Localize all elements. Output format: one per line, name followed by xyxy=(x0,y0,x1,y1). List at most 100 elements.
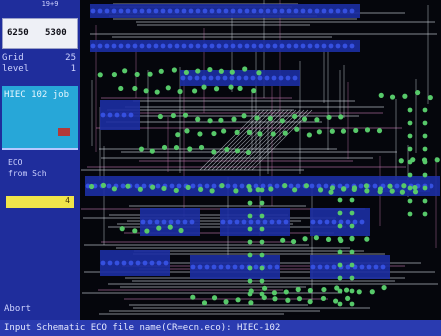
ic-pin xyxy=(372,183,378,189)
command-prompt[interactable]: Input Schematic ECO file name(CR=ecn.eco… xyxy=(0,320,441,336)
via-pad xyxy=(349,275,355,281)
ic-pin xyxy=(225,183,231,189)
ic-pin xyxy=(288,183,294,189)
via-pad xyxy=(412,189,419,195)
ic-pin xyxy=(125,43,131,49)
via-pad xyxy=(247,226,253,232)
ic-pin xyxy=(307,8,313,14)
ic-pin xyxy=(111,43,117,49)
via-pad xyxy=(302,236,308,242)
ic-pin xyxy=(323,183,329,189)
ic-pin xyxy=(194,75,200,81)
ic-pin xyxy=(279,43,285,49)
via-pad xyxy=(267,115,273,122)
via-pad xyxy=(259,291,265,297)
via-pad xyxy=(144,228,150,234)
coordinate-readout: 6250 5300 xyxy=(2,18,78,49)
via-pad xyxy=(167,224,173,230)
ic-pin xyxy=(292,75,298,81)
ic-pin xyxy=(230,8,236,14)
via-pad xyxy=(187,146,193,152)
ic-pin xyxy=(121,112,127,118)
ic-pin xyxy=(160,43,166,49)
ic-pin xyxy=(230,43,236,49)
via-pad xyxy=(177,88,183,95)
level-setting[interactable]: level 1 xyxy=(2,64,78,74)
grid-value: 25 xyxy=(65,53,76,63)
via-pad xyxy=(88,183,95,190)
via-pad xyxy=(337,249,343,255)
ic-pin xyxy=(237,8,243,14)
ic-pin xyxy=(175,219,181,225)
via-pad xyxy=(356,289,362,295)
via-pad xyxy=(122,68,128,74)
ic-pin xyxy=(100,112,106,118)
ic-pin xyxy=(310,219,316,225)
via-pad xyxy=(314,117,320,123)
ic-pin xyxy=(324,219,330,225)
ic-pin xyxy=(120,183,126,189)
ic-pin xyxy=(132,43,138,49)
eco-label: ECO xyxy=(8,158,23,167)
via-pad xyxy=(237,85,243,91)
via-pad xyxy=(134,71,140,78)
via-pad xyxy=(369,289,375,295)
via-pad xyxy=(233,188,239,194)
via-pad xyxy=(292,187,298,193)
job-label: HIEC 102 job xyxy=(4,90,70,100)
grid-setting[interactable]: Grid 25 xyxy=(2,53,78,63)
via-pad xyxy=(247,187,253,193)
via-pad xyxy=(345,295,351,302)
via-pad xyxy=(296,296,303,302)
ic-pin xyxy=(128,260,134,266)
abort-button[interactable]: Abort xyxy=(4,304,31,314)
via-pad xyxy=(198,144,205,151)
ic-pin xyxy=(188,8,194,14)
via-pad xyxy=(434,157,440,163)
via-pad xyxy=(257,131,263,137)
ic-pin xyxy=(216,43,222,49)
ic-pin xyxy=(111,8,117,14)
ic-pin xyxy=(154,219,160,225)
via-pad xyxy=(340,128,347,134)
ic-pin xyxy=(324,264,330,270)
job-block[interactable]: HIEC 102 job xyxy=(2,86,78,148)
ic-pin xyxy=(153,8,159,14)
via-pad xyxy=(247,252,253,258)
ic-pin xyxy=(161,219,167,225)
ic-pin xyxy=(211,264,217,270)
via-pad xyxy=(173,187,179,194)
via-pad xyxy=(211,295,218,301)
pcb-canvas[interactable] xyxy=(80,0,441,320)
ic-pin xyxy=(345,219,351,225)
ic-pin xyxy=(202,43,208,49)
ic-pin xyxy=(293,43,299,49)
via-pad xyxy=(218,68,224,74)
ic-pin xyxy=(229,75,235,81)
ic-pin xyxy=(118,8,124,14)
ic-pin xyxy=(142,260,148,266)
ic-pin xyxy=(232,183,238,189)
via-pad xyxy=(422,133,428,139)
via-pad xyxy=(198,186,204,192)
ic-pin xyxy=(227,219,233,225)
ic-pin xyxy=(211,183,217,189)
input-field-yellow[interactable]: 4 xyxy=(6,196,74,208)
via-pad xyxy=(154,89,160,95)
via-pad xyxy=(272,296,278,302)
ic-chip xyxy=(100,100,140,130)
ic-pin xyxy=(189,219,195,225)
via-pad xyxy=(337,262,343,268)
ic-pin xyxy=(307,43,313,49)
via-pad xyxy=(364,127,371,133)
via-pad xyxy=(231,116,237,122)
via-pad xyxy=(279,118,285,124)
via-pad xyxy=(247,291,253,297)
via-pad xyxy=(341,186,347,192)
via-pad xyxy=(270,131,276,137)
via-pad xyxy=(248,300,254,306)
via-pad xyxy=(376,128,383,134)
via-pad xyxy=(211,149,217,155)
via-pad xyxy=(184,128,190,134)
ic-pin xyxy=(236,75,242,81)
